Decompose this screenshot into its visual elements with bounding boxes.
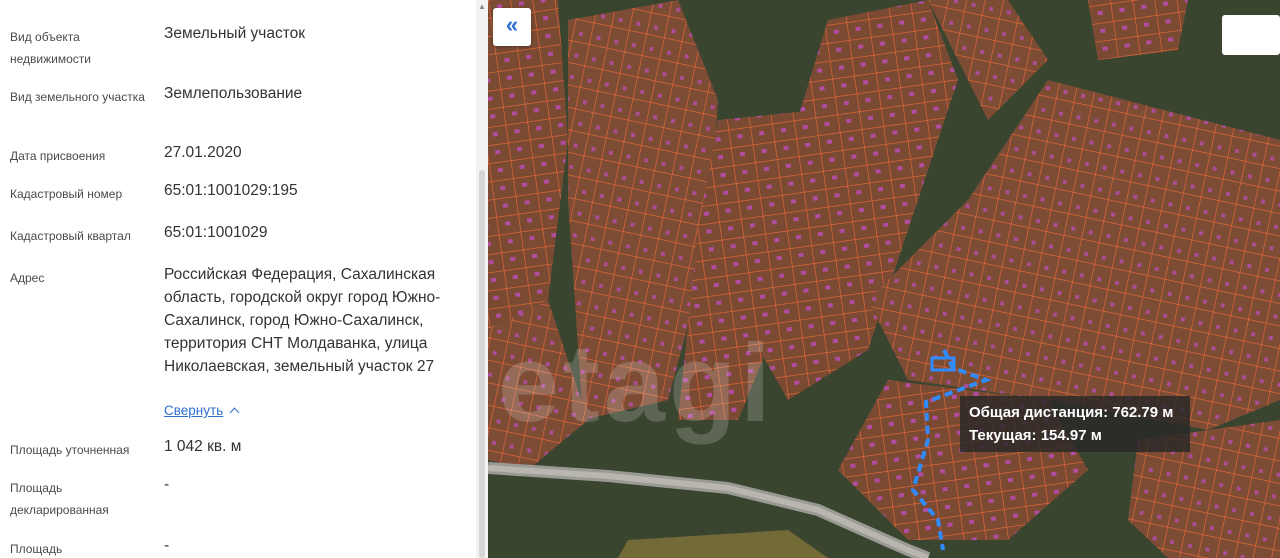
value-address: Российская Федерация, Сахалинская област… [164,266,441,375]
collapse-panel-button[interactable]: « [493,8,531,46]
total-distance: Общая дистанция: 762.79 м [969,404,1174,421]
value-object-type: Земельный участок [164,25,306,42]
chevron-up-icon [229,407,240,418]
map-control[interactable] [1222,15,1280,55]
value-area-precise: 1 042 кв. м [164,438,242,455]
label-area: Площадь [10,542,63,556]
value-cadastral-number: 65:01:1001029:195 [164,182,298,199]
value-area-declared: - [164,476,170,493]
label-area-declared: Площадь декларированная [10,481,109,517]
collapse-label: Свернуть [164,403,224,418]
panel-scrollbar[interactable]: ▲ [476,0,488,558]
value-land-type: Землепользование [164,85,303,102]
watermark-logo: etagi [498,322,775,445]
distance-tooltip: Общая дистанция: 762.79 м Текущая: 154.9… [960,396,1190,452]
value-area: - [164,537,170,554]
current-distance: Текущая: 154.97 м [969,427,1102,444]
label-object-type: Вид объекта недвижимости [10,30,91,66]
label-cadastral-number: Кадастровый номер [10,187,123,201]
cadastral-map[interactable]: etagi « Общая дистанция: 762.79 м Текуща… [488,0,1280,558]
value-cadastral-quarter: 65:01:1001029 [164,224,268,241]
scroll-up-arrow-icon[interactable]: ▲ [478,2,486,12]
value-assign-date: 27.01.2020 [164,144,242,161]
map-canvas [488,0,1280,558]
label-assign-date: Дата присвоения [10,149,106,163]
collapse-link[interactable]: Свернуть [164,403,240,418]
scroll-thumb[interactable] [479,170,485,558]
label-land-type: Вид земельного участка [10,90,145,104]
label-cadastral-quarter: Кадастровый квартал [10,229,131,243]
property-info-panel: Вид объекта недвижимости Земельный участ… [0,0,488,558]
label-area-precise: Площадь уточненная [10,443,130,457]
label-address: Адрес [10,271,45,285]
